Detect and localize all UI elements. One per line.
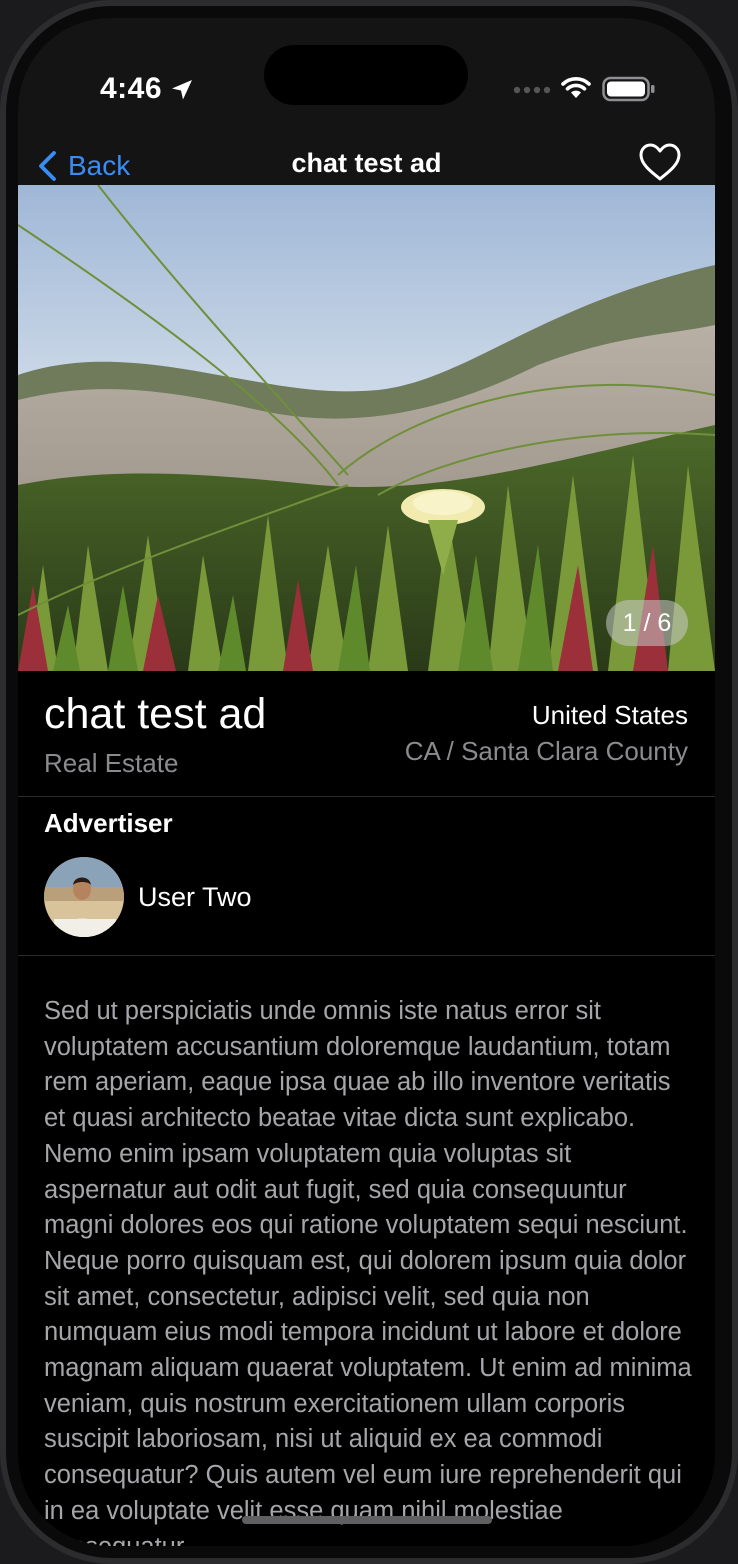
location-arrow-icon <box>172 80 192 100</box>
home-indicator[interactable] <box>242 1516 492 1524</box>
screen: 4:46 Back chat test ad 1 / 6 chat test a… <box>18 18 715 1546</box>
listing-photo-image <box>18 185 715 671</box>
divider <box>18 796 715 797</box>
listing-title: chat test ad <box>44 690 267 738</box>
heart-outline-icon[interactable] <box>638 142 682 182</box>
listing-photo[interactable] <box>18 185 715 671</box>
advertiser-name[interactable]: User Two <box>138 882 252 913</box>
status-time: 4:46 <box>100 72 163 105</box>
nav-title: chat test ad <box>291 148 442 178</box>
listing-region: CA / Santa Clara County <box>404 736 688 766</box>
avatar[interactable] <box>44 857 124 937</box>
status-bar: 4:46 <box>18 18 715 130</box>
listing-description: Sed ut perspiciatis unde omnis iste natu… <box>44 997 692 1546</box>
listing-country: United States <box>531 700 688 730</box>
divider <box>18 955 715 956</box>
dynamic-island <box>264 45 468 105</box>
battery-icon <box>602 76 655 102</box>
cellular-signal-icon <box>513 86 551 94</box>
advertiser-heading: Advertiser <box>44 808 173 838</box>
gallery-page-indicator: 1 / 6 <box>606 600 688 646</box>
avatar-image <box>44 857 124 937</box>
wifi-icon <box>561 77 591 98</box>
navigation-bar: Back chat test ad <box>18 130 715 185</box>
listing-category: Real Estate <box>44 748 179 778</box>
